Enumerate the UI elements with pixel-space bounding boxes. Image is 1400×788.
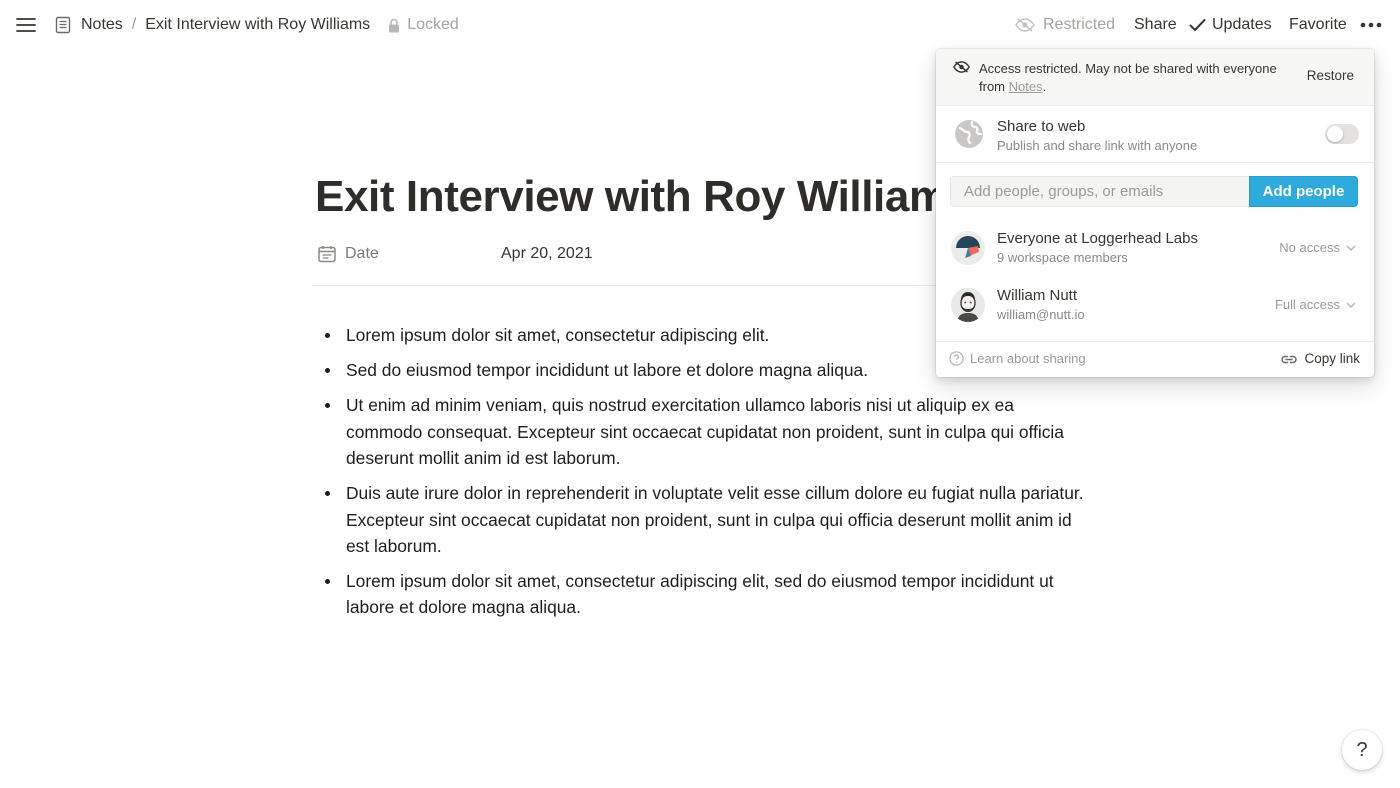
lock-icon xyxy=(388,18,400,33)
restricted-message: Access restricted. May not be shared wit… xyxy=(979,60,1279,96)
favorite-label: Favorite xyxy=(1289,16,1347,33)
help-label: ? xyxy=(1356,738,1368,761)
share-popover-footer: Learn about sharing Copy link xyxy=(936,341,1374,377)
restricted-label: Restricted xyxy=(1043,16,1116,33)
help-button[interactable]: ? xyxy=(1342,730,1382,770)
link-icon xyxy=(1281,353,1298,365)
share-to-web-row[interactable]: Share to web Publish and share link with… xyxy=(936,107,1374,163)
date-property: Date Apr 20, 2021 xyxy=(317,240,937,268)
share-to-web-subtitle: Publish and share link with anyone xyxy=(997,138,1198,153)
date-property-label[interactable]: Date xyxy=(317,244,501,264)
updates-button[interactable]: Updates xyxy=(1189,0,1272,50)
share-label: Share xyxy=(1134,16,1177,33)
restricted-message-end: . xyxy=(1042,79,1047,94)
date-value[interactable]: Apr 20, 2021 xyxy=(501,245,593,263)
invite-input[interactable] xyxy=(950,176,1250,207)
page-icon xyxy=(55,16,71,34)
share-button[interactable]: Share xyxy=(1134,0,1177,50)
chevron-down-icon xyxy=(1346,302,1356,308)
breadcrumb: Notes / Exit Interview with Roy Williams… xyxy=(55,0,459,50)
more-dots-icon xyxy=(1360,22,1382,28)
page-title[interactable]: Exit Interview with Roy Williams xyxy=(315,172,972,222)
restore-button[interactable]: Restore xyxy=(1307,68,1354,83)
access-dropdown[interactable]: Full access xyxy=(1275,297,1356,312)
question-circle-icon xyxy=(949,351,964,366)
toggle-knob xyxy=(1327,126,1343,142)
more-options-button[interactable] xyxy=(1360,0,1382,50)
breadcrumb-item-current[interactable]: Exit Interview with Roy Williams xyxy=(145,16,370,34)
breadcrumb-separator: / xyxy=(131,16,137,33)
member-detail: 9 workspace members xyxy=(997,250,1128,265)
list-item[interactable]: Lorem ipsum dolor sit amet, consectetur … xyxy=(322,568,1092,621)
learn-about-sharing-link[interactable]: Learn about sharing xyxy=(949,351,1086,366)
hamburger-menu-icon xyxy=(16,17,36,33)
member-name: Everyone at Loggerhead Labs xyxy=(997,230,1198,247)
favorite-button[interactable]: Favorite xyxy=(1289,0,1347,50)
list-item[interactable]: Ut enim ad minim veniam, quis nostrud ex… xyxy=(322,392,1092,471)
locked-label[interactable]: Locked xyxy=(407,16,459,34)
member-detail: william@nutt.io xyxy=(997,307,1085,322)
access-dropdown[interactable]: No access xyxy=(1279,240,1356,255)
copy-link-button[interactable]: Copy link xyxy=(1281,351,1360,366)
access-level: No access xyxy=(1279,240,1340,255)
learn-about-sharing-label: Learn about sharing xyxy=(970,351,1086,366)
breadcrumb-item-notes[interactable]: Notes xyxy=(81,16,123,34)
share-popover: Access restricted. May not be shared wit… xyxy=(936,49,1374,377)
notes-link[interactable]: Notes xyxy=(1009,79,1043,94)
date-label: Date xyxy=(345,245,379,262)
eye-slash-icon xyxy=(1015,18,1035,32)
chevron-down-icon xyxy=(1346,245,1356,251)
updates-label: Updates xyxy=(1212,16,1272,33)
access-level: Full access xyxy=(1274,297,1340,312)
add-people-button[interactable]: Add people xyxy=(1249,176,1358,207)
property-divider xyxy=(312,285,942,286)
share-to-web-title: Share to web xyxy=(997,118,1086,135)
calendar-icon xyxy=(317,244,337,264)
copy-link-label: Copy link xyxy=(1304,351,1360,366)
restricted-indicator[interactable]: Restricted xyxy=(1015,0,1115,50)
top-bar: Notes / Exit Interview with Roy Williams… xyxy=(0,0,1400,50)
restricted-banner: Access restricted. May not be shared wit… xyxy=(936,49,1374,106)
eye-slash-icon xyxy=(953,61,970,73)
invite-form: Add people xyxy=(950,176,1358,207)
member-row-user[interactable]: William Nutt william@nutt.io Full access xyxy=(936,282,1374,328)
user-avatar xyxy=(951,288,985,322)
list-item[interactable]: Duis aute irure dolor in reprehenderit i… xyxy=(322,480,1092,559)
globe-icon xyxy=(954,119,984,149)
workspace-avatar xyxy=(951,231,985,265)
share-to-web-toggle[interactable] xyxy=(1325,124,1359,144)
sidebar-toggle-button[interactable] xyxy=(16,0,36,50)
member-name: William Nutt xyxy=(997,287,1078,304)
member-row-workspace[interactable]: Everyone at Loggerhead Labs 9 workspace … xyxy=(936,225,1374,271)
checkmark-icon xyxy=(1189,18,1206,32)
